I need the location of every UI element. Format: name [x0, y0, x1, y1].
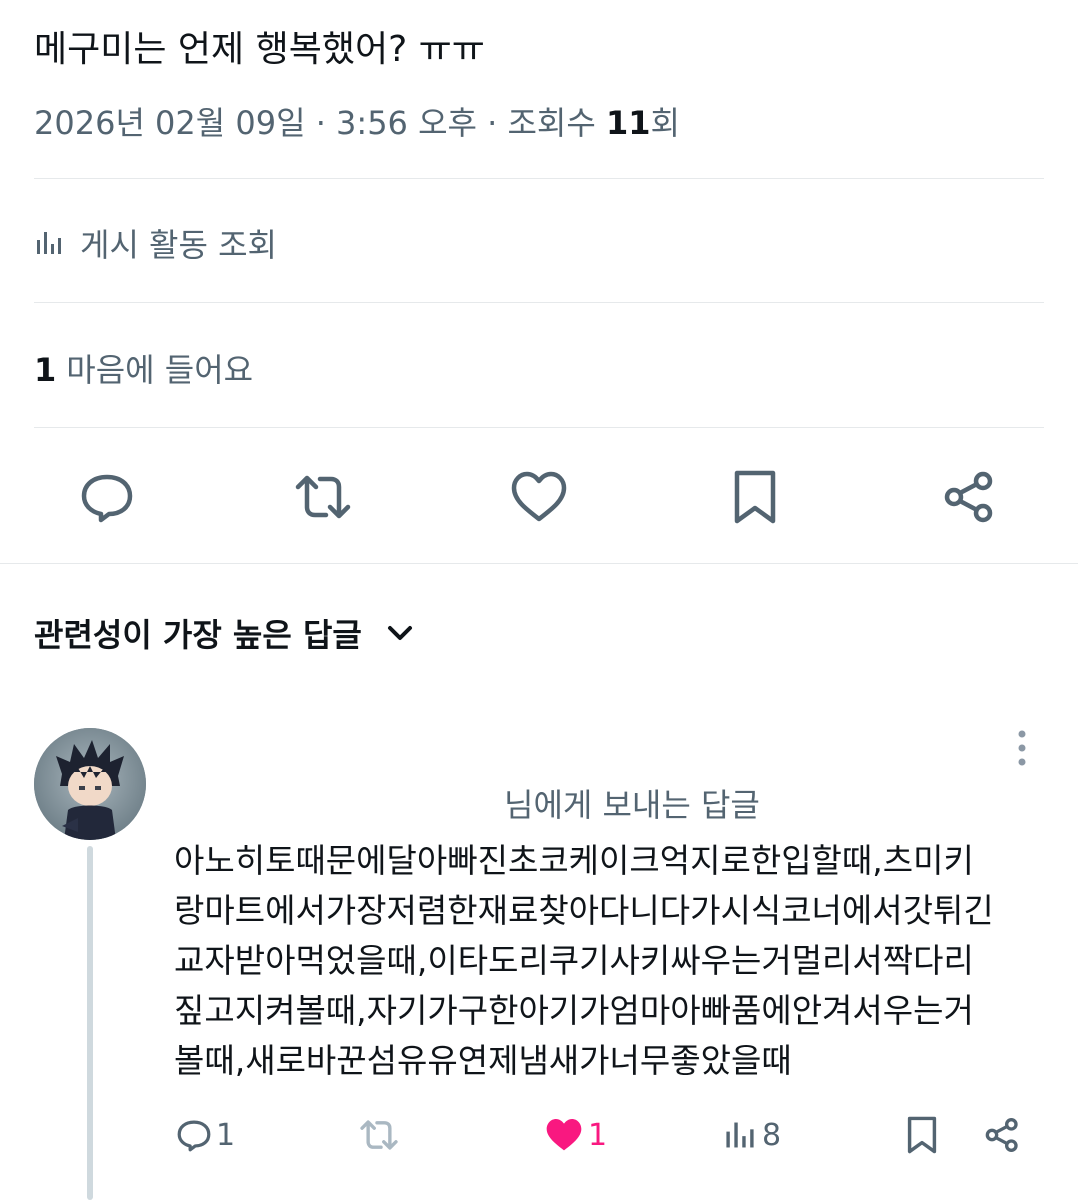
post-activity-link[interactable]: 게시 활동 조회: [34, 220, 277, 266]
reply-to-label: 님에게 보내는 답글: [504, 786, 760, 824]
likes-summary[interactable]: 1 마음에 들어요: [34, 345, 253, 391]
post-action-bar: [0, 465, 1078, 529]
share-icon: [985, 1118, 1018, 1152]
post-activity-label: 게시 활동 조회: [80, 226, 277, 264]
reply-share-button[interactable]: [984, 1110, 1024, 1160]
reply-sort-label: 관련성이 가장 높은 답글: [34, 616, 362, 654]
bookmark-button[interactable]: [723, 465, 787, 529]
heart-icon: [511, 471, 567, 522]
bookmark-icon: [734, 470, 776, 524]
divider: [34, 427, 1044, 428]
avatar[interactable]: [34, 728, 146, 840]
more-vertical-icon: [1018, 730, 1026, 766]
reply-reply-button[interactable]: 1: [176, 1110, 235, 1160]
view-count: 11: [605, 104, 651, 142]
more-options-button[interactable]: [1004, 728, 1040, 768]
heart-filled-icon: [546, 1119, 582, 1151]
reply-line: 교자받아먹었을때,이타도리쿠기사키싸우는거멀리서짝다리: [174, 941, 974, 980]
reply-action-bar: 1 1 8: [0, 1110, 1078, 1160]
share-icon: [944, 471, 993, 523]
reply-count: 1: [216, 1117, 236, 1153]
share-button[interactable]: [937, 465, 1001, 529]
view-count: 8: [762, 1117, 782, 1153]
reply-button[interactable]: [75, 465, 139, 529]
like-count: 1: [588, 1117, 608, 1153]
post-timestamp: 2026년 02월 09일 · 3:56 오후 · 조회수: [34, 104, 606, 142]
reply-line: 랑마트에서가장저렴한재료찾아다니다가시식코너에서갓튀긴: [174, 891, 994, 930]
section-divider: [0, 563, 1078, 564]
reply-bookmark-button[interactable]: [906, 1110, 942, 1160]
reply-line: 짚고지켜볼때,자기가구한아기가엄마아빠품에안겨서우는거: [174, 991, 974, 1030]
post-text: 메구미는 언제 행복했어? ㅠㅠ: [34, 29, 485, 70]
like-button[interactable]: [507, 465, 571, 529]
reply-line: 아노히토때문에달아빠진초코케이크억지로한입할때,츠미키: [174, 841, 974, 880]
reply-text: 아노히토때문에달아빠진초코케이크억지로한입할때,츠미키 랑마트에서가장저렴한재료…: [174, 836, 1054, 1086]
reply-like-button[interactable]: 1: [544, 1110, 607, 1160]
reply-sort-dropdown[interactable]: 관련성이 가장 높은 답글: [34, 610, 414, 656]
likes-label: 마음에 들어요: [66, 351, 254, 389]
reply-views-button[interactable]: 8: [722, 1110, 781, 1160]
repost-button[interactable]: [291, 465, 355, 529]
divider: [34, 178, 1044, 179]
likes-count: 1: [34, 351, 57, 389]
chevron-down-icon: [387, 626, 412, 640]
repost-icon: [360, 1120, 398, 1150]
bookmark-icon: [907, 1116, 937, 1154]
view-unit: 회: [650, 104, 680, 142]
divider: [34, 302, 1044, 303]
post-meta: 2026년 02월 09일 · 3:56 오후 · 조회수 11회: [34, 98, 680, 144]
reply-repost-button[interactable]: [358, 1110, 404, 1160]
reply-icon: [81, 474, 133, 523]
repost-icon: [295, 475, 351, 519]
reply-icon: [177, 1120, 211, 1152]
reply-line: 볼때,새로바꾼섬유유연제냄새가너무좋았을때: [174, 1041, 792, 1080]
analytics-icon: [37, 232, 61, 254]
analytics-icon: [726, 1122, 754, 1148]
